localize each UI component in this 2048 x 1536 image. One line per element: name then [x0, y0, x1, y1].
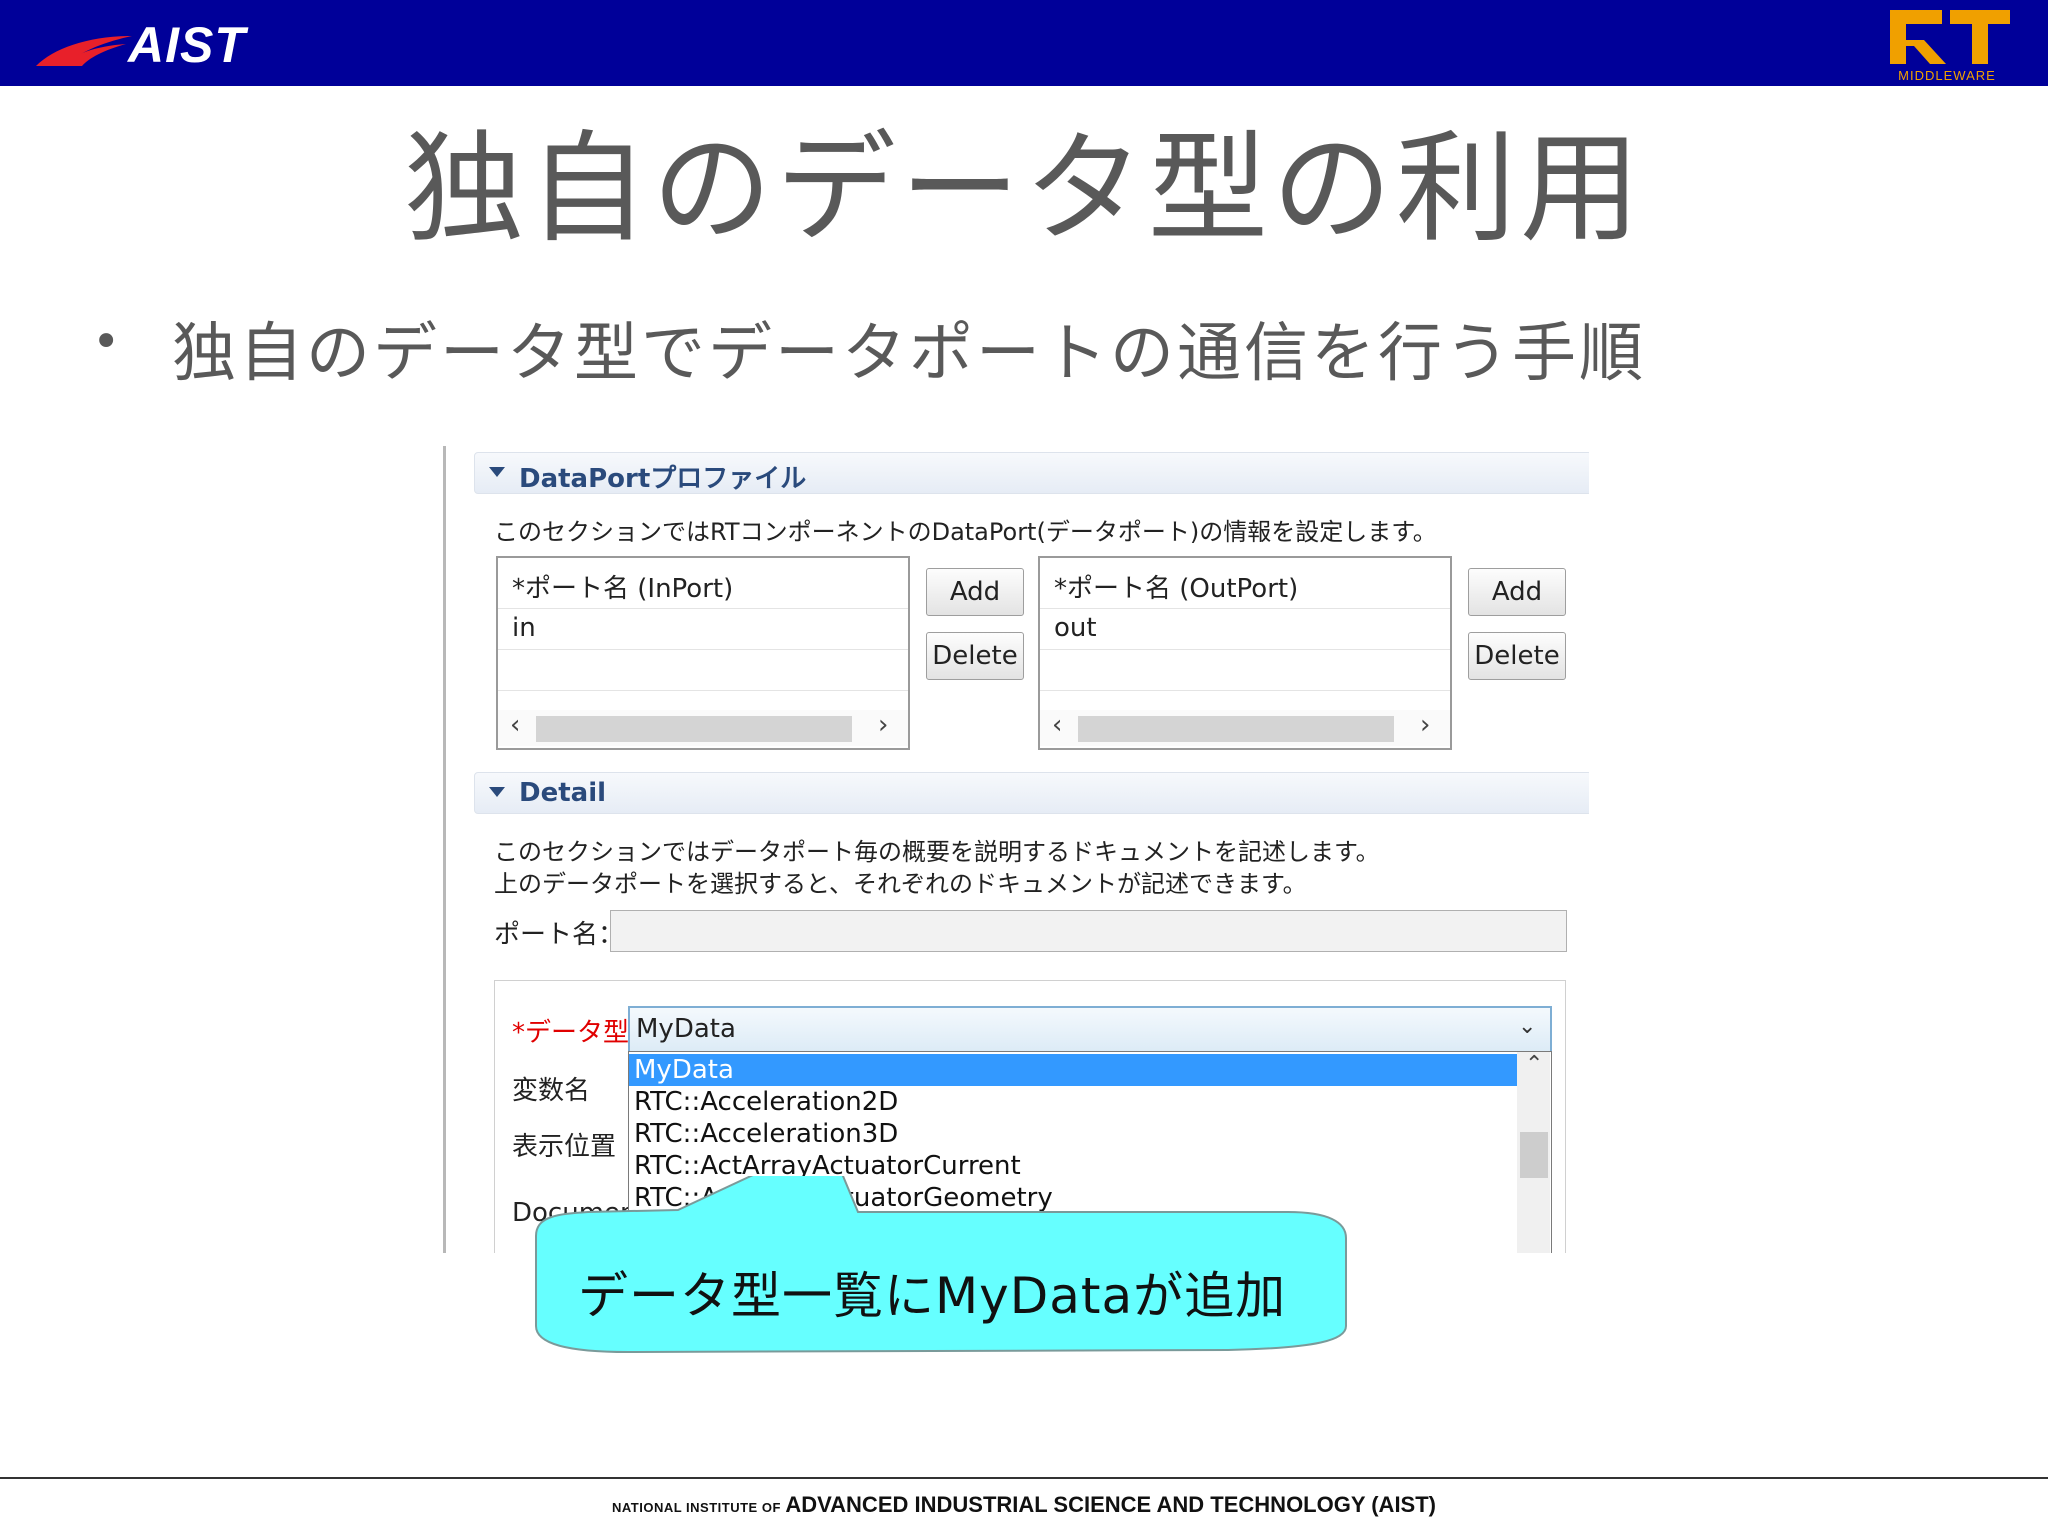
dataport-section-title: DataPortプロファイル: [519, 464, 807, 494]
callout-text: データ型一覧にMyDataが追加: [578, 1267, 1287, 1325]
dropdown-option[interactable]: RTC::Acceleration3D: [629, 1118, 1517, 1150]
outport-horizontal-scrollbar[interactable]: ‹ ›: [1040, 710, 1450, 746]
table-row-empty: [498, 650, 908, 691]
footer: NATIONAL INSTITUTE OF ADVANCED INDUSTRIA…: [0, 1492, 2048, 1518]
outport-table[interactable]: *ポート名 (OutPort) out ‹ ›: [1038, 556, 1452, 750]
dataport-section-description: このセクションではRTコンポーネントのDataPort(データポート)の情報を設…: [494, 518, 1437, 546]
varname-label: 変数名: [512, 1076, 591, 1106]
scroll-right-icon[interactable]: ›: [1420, 710, 1430, 740]
scrollbar-thumb[interactable]: [1078, 716, 1394, 742]
outport-add-button[interactable]: Add: [1468, 568, 1566, 616]
outport-table-header: *ポート名 (OutPort): [1040, 558, 1450, 609]
scroll-up-icon[interactable]: ⌃: [1525, 1052, 1543, 1077]
rt-middleware-logo: MIDDLEWARE: [1872, 2, 2022, 84]
rt-logo-icon: [1890, 10, 2010, 64]
bullet-text: 独自のデータ型でデータポートの通信を行う手順: [172, 317, 1646, 391]
header-bar: AIST MIDDLEWARE: [0, 0, 2048, 86]
dataport-section-header[interactable]: DataPortプロファイル: [474, 452, 1589, 494]
table-row-empty: [1040, 650, 1450, 691]
footer-divider: [0, 1477, 2048, 1479]
bullet-marker: •: [92, 314, 121, 370]
portname-field[interactable]: [610, 910, 1567, 952]
scrollbar-thumb[interactable]: [536, 716, 852, 742]
aist-logo-text: AIST: [128, 17, 246, 73]
datatype-combobox[interactable]: MyData ⌄: [628, 1006, 1552, 1054]
footer-big-text: ADVANCED INDUSTRIAL SCIENCE AND TECHNOLO…: [785, 1492, 1436, 1517]
portname-label: ポート名：: [494, 920, 625, 950]
datatype-label: *データ型: [512, 1018, 630, 1048]
inport-horizontal-scrollbar[interactable]: ‹ ›: [498, 710, 908, 746]
outport-delete-button[interactable]: Delete: [1468, 632, 1566, 680]
scroll-left-icon[interactable]: ‹: [1052, 710, 1062, 740]
scrollbar-thumb[interactable]: [1520, 1132, 1548, 1178]
slide-title: 独自のデータ型の利用: [404, 120, 1644, 259]
aist-swoosh-icon: [36, 36, 132, 66]
chevron-down-icon[interactable]: ⌄: [1518, 1014, 1536, 1039]
dropdown-option[interactable]: RTC::Acceleration2D: [629, 1086, 1517, 1118]
detail-section-title: Detail: [519, 778, 607, 808]
table-row[interactable]: out: [1040, 609, 1450, 650]
inport-add-button[interactable]: Add: [926, 568, 1024, 616]
collapse-triangle-icon[interactable]: [489, 467, 505, 477]
embedded-editor-screenshot: DataPortプロファイル このセクションではRTコンポーネントのDataPo…: [443, 446, 1589, 1253]
aist-logo: AIST: [34, 12, 274, 73]
footer-small-text: NATIONAL INSTITUTE OF: [611, 1500, 781, 1515]
detail-description-line2: 上のデータポートを選択すると、それぞれのドキュメントが記述できます。: [494, 870, 1307, 898]
scroll-right-icon[interactable]: ›: [878, 710, 888, 740]
inport-table-header: *ポート名 (InPort): [498, 558, 908, 609]
detail-description-line1: このセクションではデータポート毎の概要を説明するドキュメントを記述します。: [494, 838, 1380, 866]
dropdown-option-selected[interactable]: MyData: [629, 1054, 1517, 1086]
datatype-selected-value: MyData: [636, 1014, 736, 1044]
position-label: 表示位置: [512, 1132, 617, 1162]
inport-table[interactable]: *ポート名 (InPort) in ‹ ›: [496, 556, 910, 750]
collapse-triangle-icon[interactable]: [489, 787, 505, 797]
table-row[interactable]: in: [498, 609, 908, 650]
dropdown-vertical-scrollbar[interactable]: ⌃: [1517, 1052, 1550, 1253]
rt-logo-subtitle: MIDDLEWARE: [1898, 68, 1996, 83]
inport-delete-button[interactable]: Delete: [926, 632, 1024, 680]
scroll-left-icon[interactable]: ‹: [510, 710, 520, 740]
detail-section-header[interactable]: Detail: [474, 772, 1589, 814]
